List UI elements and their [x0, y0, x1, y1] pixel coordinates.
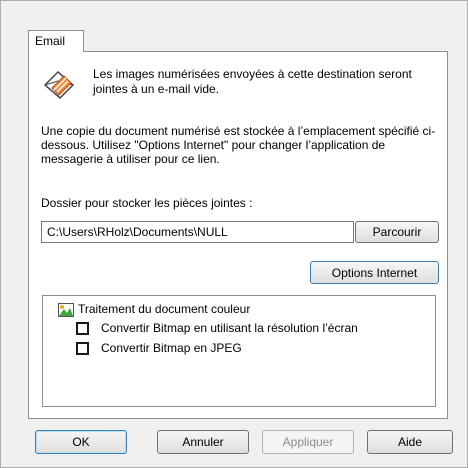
destination-info-text: Les images numérisées envoyées à cette d… [93, 67, 412, 96]
browse-button[interactable]: Parcourir [355, 221, 439, 243]
email-tab-panel: Les images numérisées envoyées à cette d… [28, 51, 448, 419]
properties-dialog: Email Les images numérisées envoyées à c… [0, 0, 468, 468]
ok-button[interactable]: OK [35, 430, 127, 454]
email-envelope-icon [42, 68, 76, 102]
color-processing-group: Traitement du document couleur Convertir… [42, 295, 436, 407]
folder-path-input[interactable]: C:\Users\RHolz\Documents\NULL [41, 221, 354, 243]
color-document-icon [58, 303, 74, 317]
convert-bitmap-screen-resolution-checkbox[interactable] [76, 322, 89, 335]
apply-button[interactable]: Appliquer [262, 430, 354, 454]
convert-bitmap-screen-resolution-label[interactable]: Convertir Bitmap en utilisant la résolut… [101, 321, 358, 335]
convert-bitmap-jpeg-checkbox[interactable] [76, 342, 89, 355]
convert-bitmap-jpeg-label[interactable]: Convertir Bitmap en JPEG [101, 341, 242, 355]
tab-email[interactable]: Email [28, 30, 84, 52]
copy-description-text: Une copie du document numérisé est stock… [41, 124, 436, 166]
tab-email-label: Email [35, 34, 66, 48]
internet-options-button[interactable]: Options Internet [310, 261, 439, 284]
help-button[interactable]: Aide [367, 430, 453, 454]
folder-label: Dossier pour stocker les pièces jointes … [41, 196, 253, 210]
color-processing-title: Traitement du document couleur [78, 302, 251, 316]
cancel-button[interactable]: Annuler [157, 430, 249, 454]
